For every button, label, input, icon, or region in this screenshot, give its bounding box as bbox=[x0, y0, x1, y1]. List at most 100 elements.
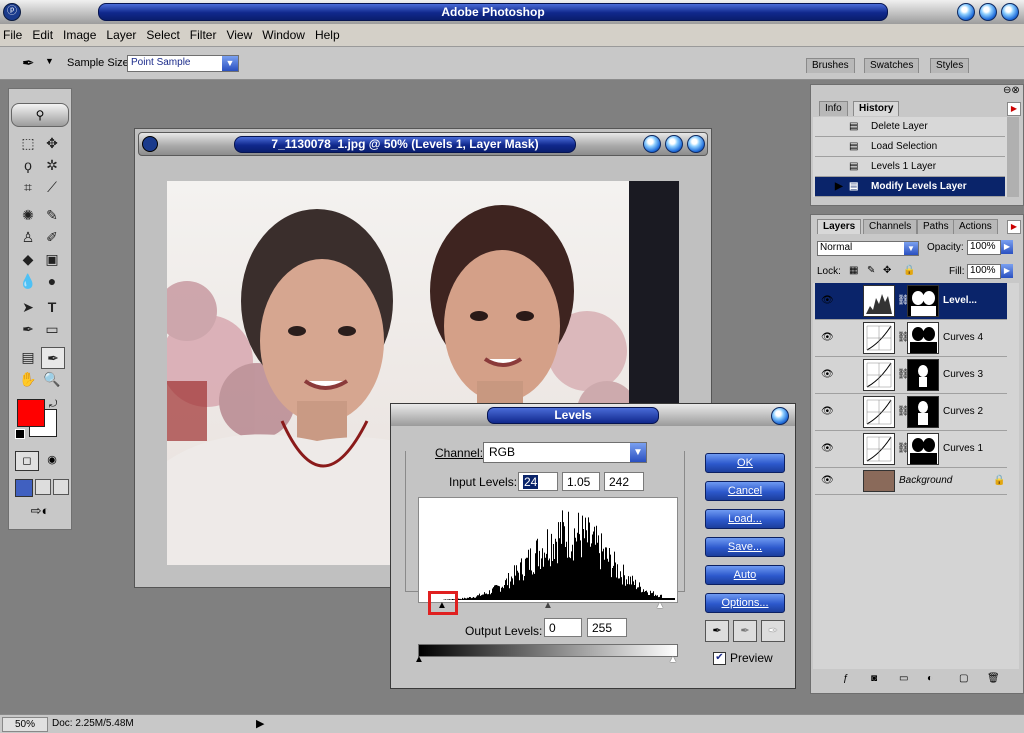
pen-tool-icon[interactable]: ✒ bbox=[17, 319, 39, 339]
input-white-field[interactable]: 242 bbox=[604, 472, 644, 491]
menu-select[interactable]: Select bbox=[141, 24, 184, 46]
type-tool-icon[interactable]: T bbox=[41, 297, 63, 317]
input-white-slider[interactable]: ▲ bbox=[655, 600, 665, 611]
tab-swatches[interactable]: Swatches bbox=[864, 58, 920, 73]
magic-wand-icon[interactable]: ✲ bbox=[41, 155, 63, 175]
quickmask-mode-icon[interactable]: ◉ bbox=[41, 451, 63, 469]
menu-window[interactable]: Window bbox=[257, 24, 310, 46]
tab-channels[interactable]: Channels bbox=[863, 219, 918, 234]
hand-tool-icon[interactable]: ✋ bbox=[17, 369, 39, 389]
menu-edit[interactable]: Edit bbox=[27, 24, 58, 46]
menu-filter[interactable]: Filter bbox=[185, 24, 222, 46]
chevron-down-icon[interactable]: ▼ bbox=[222, 56, 238, 71]
standard-mode-icon[interactable]: ◻ bbox=[15, 451, 39, 471]
default-colors-icon[interactable] bbox=[15, 429, 25, 439]
new-adjustment-icon[interactable]: ◐ bbox=[927, 673, 933, 684]
layer-style-icon[interactable]: ƒ bbox=[843, 673, 849, 684]
lock-image-icon[interactable]: ✎ bbox=[867, 265, 875, 276]
menu-layer[interactable]: Layer bbox=[101, 24, 141, 46]
menu-image[interactable]: Image bbox=[58, 24, 101, 46]
eraser-tool-icon[interactable]: ◆ bbox=[17, 249, 39, 269]
trash-icon[interactable]: 🗑 bbox=[987, 673, 1000, 684]
tab-brushes[interactable]: Brushes bbox=[806, 58, 855, 73]
slice-tool-icon[interactable]: ⟋ bbox=[41, 177, 63, 197]
panel-menu-icon[interactable]: ▶ bbox=[1007, 102, 1021, 116]
list-item-selected[interactable]: ▶ ▤ Modify Levels Layer bbox=[815, 177, 1005, 197]
white-eyedropper-icon[interactable]: ✒ bbox=[761, 620, 785, 642]
input-black-field[interactable]: 24 bbox=[518, 472, 558, 491]
preview-checkbox[interactable]: ✔ bbox=[713, 652, 726, 665]
ok-button[interactable]: OK bbox=[705, 453, 785, 473]
lock-transparency-icon[interactable]: ▦ bbox=[849, 265, 858, 276]
layer-row[interactable]: 👁 ⛓ Curves 3 bbox=[815, 357, 1007, 394]
doc-close-icon[interactable] bbox=[687, 135, 705, 153]
foreground-color-swatch[interactable] bbox=[17, 399, 45, 427]
lock-position-icon[interactable]: ✥ bbox=[883, 265, 891, 276]
save-button[interactable]: Save... bbox=[705, 537, 785, 557]
tool-preset-arrow-icon[interactable]: ▼ bbox=[45, 56, 54, 66]
crop-tool-icon[interactable]: ⌗ bbox=[17, 177, 39, 197]
brush-tool-icon[interactable]: ✎ bbox=[41, 205, 63, 225]
black-eyedropper-icon[interactable]: ✒ bbox=[705, 620, 729, 642]
sample-size-select[interactable]: Point Sample ▼ bbox=[127, 55, 239, 72]
list-item[interactable]: ▤ Levels 1 Layer bbox=[815, 157, 1005, 177]
output-white-field[interactable]: 255 bbox=[587, 618, 627, 637]
layer-row-selected[interactable]: 👁 ⛓ Level... bbox=[815, 283, 1007, 320]
jump-to-imageready-icon[interactable]: ⇨◐ bbox=[19, 503, 61, 521]
input-gamma-slider[interactable]: ▲ bbox=[543, 600, 553, 611]
history-scrollbar[interactable] bbox=[1007, 117, 1019, 197]
opacity-field[interactable]: 100% bbox=[967, 240, 1001, 255]
output-white-slider[interactable]: ▲ bbox=[668, 654, 678, 665]
dodge-tool-icon[interactable]: ● bbox=[41, 271, 63, 291]
tab-layers[interactable]: Layers bbox=[817, 219, 862, 234]
screen-mode-full-icon[interactable] bbox=[53, 479, 69, 495]
auto-button[interactable]: Auto bbox=[705, 565, 785, 585]
layer-row[interactable]: 👁 ⛓ Curves 1 bbox=[815, 431, 1007, 468]
zoom-field[interactable]: 50% bbox=[2, 717, 48, 732]
clone-stamp-icon[interactable]: ♙ bbox=[17, 227, 39, 247]
zoom-tool-icon[interactable]: 🔍 bbox=[41, 369, 63, 389]
maximize-icon[interactable] bbox=[979, 3, 997, 21]
menu-view[interactable]: View bbox=[221, 24, 257, 46]
shape-tool-icon[interactable]: ▭ bbox=[41, 319, 63, 339]
fill-arrow-icon[interactable]: ▶ bbox=[1001, 264, 1013, 278]
marquee-tool-icon[interactable]: ⬚ bbox=[17, 133, 39, 153]
options-button[interactable]: Options... bbox=[705, 593, 785, 613]
doc-minimize-icon[interactable] bbox=[643, 135, 661, 153]
load-button[interactable]: Load... bbox=[705, 509, 785, 529]
tab-actions[interactable]: Actions bbox=[953, 219, 998, 234]
document-icon[interactable] bbox=[142, 136, 158, 152]
healing-brush-icon[interactable]: ✺ bbox=[17, 205, 39, 225]
input-gamma-field[interactable]: 1.05 bbox=[562, 472, 600, 491]
notes-tool-icon[interactable]: ▤ bbox=[17, 347, 39, 367]
layer-row[interactable]: 👁 Background 🔒 bbox=[815, 468, 1007, 495]
fill-field[interactable]: 100% bbox=[967, 264, 1001, 279]
path-select-icon[interactable]: ➤ bbox=[17, 297, 39, 317]
lock-all-icon[interactable]: 🔒 bbox=[903, 265, 915, 276]
screen-mode-full-menu-icon[interactable] bbox=[35, 479, 51, 495]
panel-close-icon[interactable]: ⊖⊗ bbox=[1003, 85, 1020, 96]
status-menu-icon[interactable]: ▶ bbox=[256, 717, 264, 730]
list-item[interactable]: ▤ Load Selection bbox=[815, 137, 1005, 157]
minimize-icon[interactable] bbox=[957, 3, 975, 21]
menu-help[interactable]: Help bbox=[310, 24, 345, 46]
eyedropper-icon[interactable]: ✒ bbox=[22, 54, 35, 72]
tab-history[interactable]: History bbox=[853, 101, 900, 116]
history-brush-icon[interactable]: ✐ bbox=[41, 227, 63, 247]
layer-row[interactable]: 👁 ⛓ Curves 2 bbox=[815, 394, 1007, 431]
output-black-slider[interactable]: ▲ bbox=[414, 654, 424, 665]
eyedropper-tool-icon[interactable]: ✒ bbox=[41, 347, 65, 369]
lasso-tool-icon[interactable]: ϙ bbox=[17, 155, 39, 175]
gradient-tool-icon[interactable]: ▣ bbox=[41, 249, 63, 269]
opacity-arrow-icon[interactable]: ▶ bbox=[1001, 240, 1013, 254]
tab-styles[interactable]: Styles bbox=[930, 58, 970, 73]
layer-row[interactable]: 👁 ⛓ Curves 4 bbox=[815, 320, 1007, 357]
cancel-button[interactable]: Cancel bbox=[705, 481, 785, 501]
gray-eyedropper-icon[interactable]: ✒ bbox=[733, 620, 757, 642]
screen-mode-standard-icon[interactable] bbox=[15, 479, 33, 497]
doc-maximize-icon[interactable] bbox=[665, 135, 683, 153]
new-set-icon[interactable]: ▭ bbox=[899, 673, 908, 684]
blend-mode-select[interactable]: Normal ▼ bbox=[817, 241, 919, 256]
tab-info[interactable]: Info bbox=[819, 101, 848, 116]
tab-paths[interactable]: Paths bbox=[917, 219, 955, 234]
